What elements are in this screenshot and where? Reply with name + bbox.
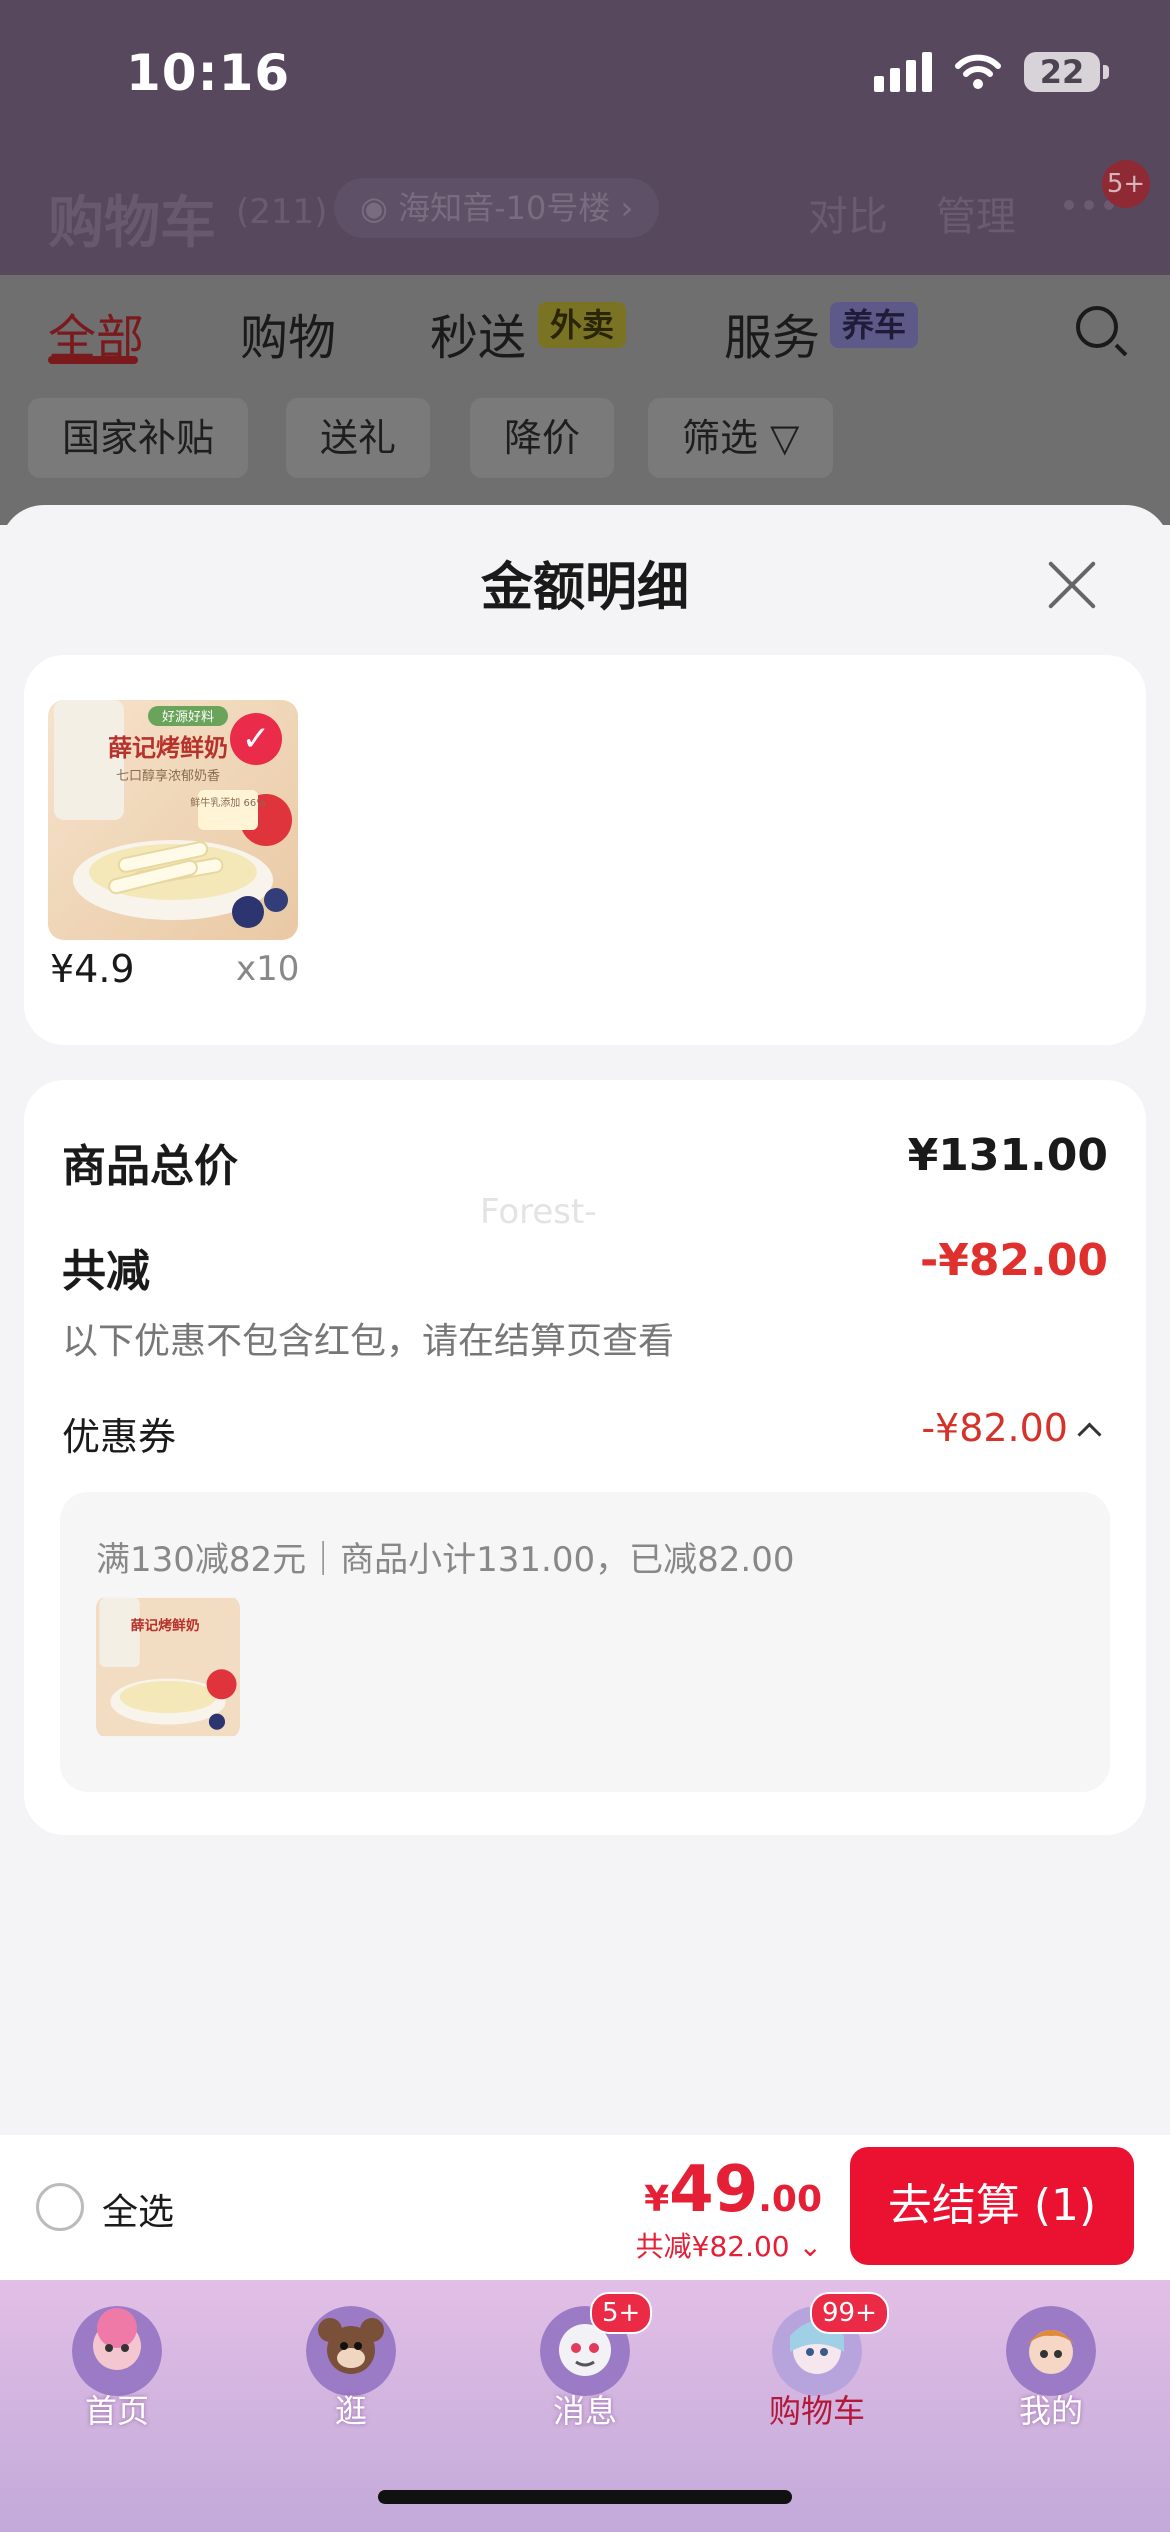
browse-avatar-icon	[306, 2306, 396, 2396]
messages-badge: 5+	[590, 2292, 653, 2334]
watermark-text: Forest-	[480, 1192, 597, 1232]
cart-title: 购物车	[48, 191, 216, 256]
select-all-checkbox[interactable]	[36, 2183, 84, 2231]
coupon-value[interactable]: -¥82.00	[921, 1406, 1068, 1450]
checkout-button[interactable]: 去结算 (1)	[850, 2147, 1134, 2265]
selected-check-icon[interactable]: ✓	[230, 713, 282, 765]
tab-services[interactable]: 服务	[724, 298, 820, 368]
product-quantity: x10	[236, 949, 300, 989]
price-decimal: .00	[758, 2179, 822, 2220]
home-indicator	[378, 2490, 792, 2504]
coupon-label: 优惠券	[62, 1415, 177, 1459]
more-icon[interactable]	[1064, 200, 1114, 210]
battery-icon: 22	[1024, 52, 1109, 92]
status-time: 10:16	[126, 44, 291, 102]
nav-messages-label: 消息	[552, 2392, 617, 2430]
chevron-right-icon: ›	[610, 189, 634, 227]
tag-takeout: 外卖	[538, 302, 627, 348]
chip-filter-label: 筛选	[682, 416, 759, 460]
nav-browse-label: 逛	[334, 2392, 367, 2430]
close-icon[interactable]	[1044, 557, 1100, 613]
manage-button[interactable]: 管理	[936, 184, 1016, 242]
nav-cart[interactable]: 99+ 购物车	[722, 2290, 912, 2430]
price-symbol: ¥	[644, 2179, 670, 2220]
nav-home[interactable]: 首页	[22, 2290, 212, 2430]
nav-profile[interactable]: 我的	[956, 2290, 1146, 2430]
wifi-icon	[955, 54, 1001, 89]
product-tag-text: 好源好料	[162, 710, 214, 725]
coupon-description: 满130减82元｜商品小计131.00，已减82.00	[96, 1540, 795, 1580]
nav-browse[interactable]: 逛	[256, 2290, 446, 2430]
filter-icon: ▽	[758, 416, 800, 460]
total-price: ¥49.00	[644, 2153, 822, 2227]
address-text: 海知音-10号楼	[398, 189, 611, 227]
product-card: 好源好料 薛记烤鲜奶 七口醇享浓郁奶香 鲜牛乳添加 66% ✓ ¥4.9 x10	[24, 655, 1146, 1045]
coupon-thumb-brand-text: 薛记烤鲜奶	[131, 1617, 200, 1634]
total-value: ¥131.00	[907, 1130, 1108, 1181]
cellular-signal-icon	[874, 52, 932, 92]
chevron-down-icon: ⌄	[789, 2230, 822, 2263]
checkout-bar: 全选 ¥49.00 共减¥82.00 ⌄ 去结算 (1)	[0, 2135, 1170, 2280]
more-badge: 5+	[1102, 160, 1150, 208]
tab-instant[interactable]: 秒送	[430, 298, 526, 368]
tag-car-care: 养车	[830, 302, 919, 348]
chip-gift[interactable]: 送礼	[286, 398, 431, 478]
chip-price-drop[interactable]: 降价	[470, 398, 615, 478]
product-ratio-text: 鲜牛乳添加 66%	[190, 796, 265, 809]
chip-national-subsidy[interactable]: 国家补贴	[28, 398, 249, 478]
product-brand-text: 薛记烤鲜奶	[108, 734, 228, 762]
status-icons: 22	[874, 52, 1109, 92]
tab-shopping[interactable]: 购物	[240, 298, 336, 368]
search-icon[interactable]	[1076, 306, 1118, 348]
chevron-up-icon[interactable]	[1077, 1422, 1102, 1447]
coupon-product-image: 薛记烤鲜奶	[96, 1596, 240, 1738]
discount-summary-text: 共减¥82.00	[635, 2230, 790, 2263]
profile-avatar-icon	[1006, 2306, 1096, 2396]
coupon-detail-box: 满130减82元｜商品小计131.00，已减82.00 薛记烤鲜奶	[60, 1492, 1110, 1792]
home-avatar-icon	[72, 2306, 162, 2396]
compare-button[interactable]: 对比	[808, 184, 888, 242]
cart-count: (211)	[236, 192, 328, 232]
total-label: 商品总价	[62, 1141, 238, 1192]
nav-profile-label: 我的	[1018, 2392, 1083, 2430]
nav-cart-label: 购物车	[768, 2392, 865, 2430]
delivery-address-pill[interactable]: ◉ 海知音-10号楼 ›	[334, 178, 660, 238]
nav-messages[interactable]: 5+ 消息	[490, 2290, 680, 2430]
cart-badge: 99+	[810, 2292, 889, 2334]
discount-value: -¥82.00	[919, 1235, 1108, 1286]
sheet-title: 金额明细	[480, 558, 689, 618]
chip-filter[interactable]: 筛选 ▽	[648, 398, 834, 478]
product-price: ¥4.9	[50, 947, 135, 991]
nav-home-label: 首页	[84, 2392, 149, 2430]
discount-note: 以下优惠不包含红包，请在结算页查看	[62, 1321, 675, 1362]
select-all-label[interactable]: 全选	[102, 2183, 174, 2235]
discount-summary[interactable]: 共减¥82.00 ⌄	[636, 2225, 822, 2265]
amount-detail-sheet: 金额明细 好源好料 薛记烤鲜奶 七口醇享浓郁奶香 鲜牛乳添加 66% ✓ ¥4.…	[0, 505, 1170, 2135]
eye-icon: ◉	[360, 189, 399, 227]
product-sub-text: 七口醇享浓郁奶香	[116, 768, 220, 784]
discount-label: 共减	[62, 1246, 150, 1297]
tab-all-underline	[48, 356, 138, 364]
price-integer: 49	[669, 2153, 759, 2227]
